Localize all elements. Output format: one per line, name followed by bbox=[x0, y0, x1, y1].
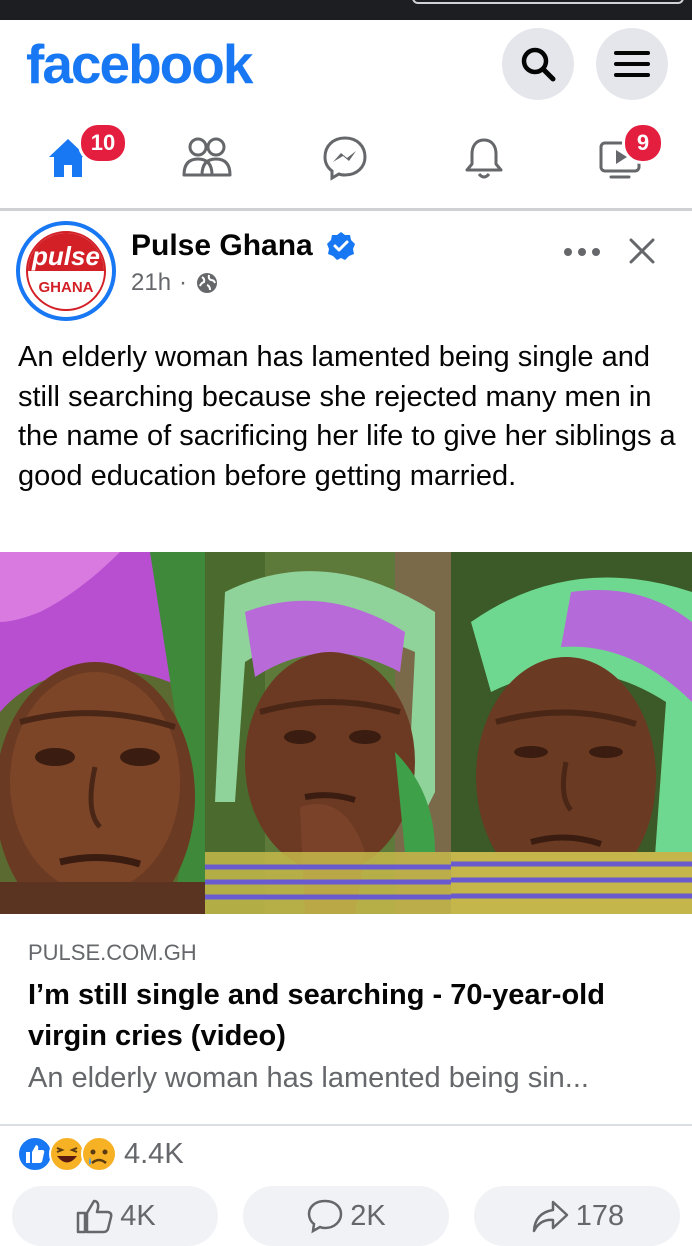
tab-home[interactable]: 10 bbox=[8, 108, 128, 208]
photo-panel-3 bbox=[451, 552, 692, 914]
post-text: An elderly woman has lamented being sing… bbox=[18, 341, 676, 492]
close-icon[interactable] bbox=[628, 237, 656, 265]
post-time[interactable]: 21h bbox=[131, 269, 171, 297]
meta-separator: · bbox=[179, 269, 188, 296]
url-bar[interactable] bbox=[412, 0, 684, 4]
pulse-ghana-logo: pulse GHANA bbox=[26, 231, 106, 311]
like-count: 4K bbox=[120, 1199, 156, 1232]
search-button[interactable] bbox=[502, 28, 574, 100]
link-description: An elderly woman has lamented being sin.… bbox=[28, 1062, 589, 1094]
messenger-icon bbox=[323, 136, 367, 181]
home-badge: 10 bbox=[78, 122, 128, 164]
more-options-icon[interactable] bbox=[562, 237, 602, 267]
share-button[interactable]: 178 bbox=[474, 1186, 680, 1246]
post-header: pulse GHANA Pulse Ghana 21h · bbox=[0, 211, 692, 331]
verified-badge-icon bbox=[327, 232, 355, 260]
sad-icon bbox=[81, 1136, 117, 1172]
reaction-count: 4.4K bbox=[124, 1137, 184, 1170]
status-bar bbox=[0, 0, 692, 20]
comment-button[interactable]: 2K bbox=[243, 1186, 449, 1246]
photo-panel-1 bbox=[0, 552, 205, 914]
friends-icon bbox=[182, 137, 232, 177]
menu-button[interactable] bbox=[596, 28, 668, 100]
hamburger-menu-icon bbox=[614, 51, 650, 77]
reactions-summary[interactable]: 4.4K bbox=[16, 1134, 184, 1174]
page-name[interactable]: Pulse Ghana bbox=[131, 229, 313, 263]
share-count: 178 bbox=[575, 1199, 625, 1232]
bell-icon bbox=[465, 138, 503, 179]
post-meta: 21h · bbox=[131, 269, 219, 297]
globe-icon bbox=[197, 273, 218, 293]
link-title[interactable]: I’m still single and searching - 70-year… bbox=[28, 975, 668, 1057]
tab-friends[interactable] bbox=[146, 108, 266, 208]
tab-watch[interactable]: 9 bbox=[562, 108, 682, 208]
watch-badge: 9 bbox=[622, 122, 664, 164]
thumbs-up-icon bbox=[77, 1199, 113, 1234]
comment-count: 2K bbox=[350, 1199, 386, 1232]
tab-bar: 10 9 bbox=[0, 108, 692, 208]
tab-messenger[interactable] bbox=[285, 108, 405, 208]
avatar-bottom-text: GHANA bbox=[38, 279, 94, 296]
like-button[interactable]: 4K bbox=[12, 1186, 218, 1246]
top-header: facebook bbox=[0, 20, 692, 108]
avatar-top-text: pulse bbox=[28, 233, 104, 271]
reactions-divider bbox=[0, 1124, 692, 1126]
tab-notifications[interactable] bbox=[424, 108, 544, 208]
post-image[interactable] bbox=[0, 552, 692, 914]
share-icon bbox=[532, 1200, 569, 1233]
photo-panel-2 bbox=[205, 552, 451, 914]
facebook-logo[interactable]: facebook bbox=[26, 32, 253, 96]
link-domain: PULSE.COM.GH bbox=[28, 940, 197, 965]
comment-icon bbox=[307, 1199, 343, 1234]
avatar[interactable]: pulse GHANA bbox=[16, 221, 116, 321]
search-icon bbox=[521, 47, 556, 82]
